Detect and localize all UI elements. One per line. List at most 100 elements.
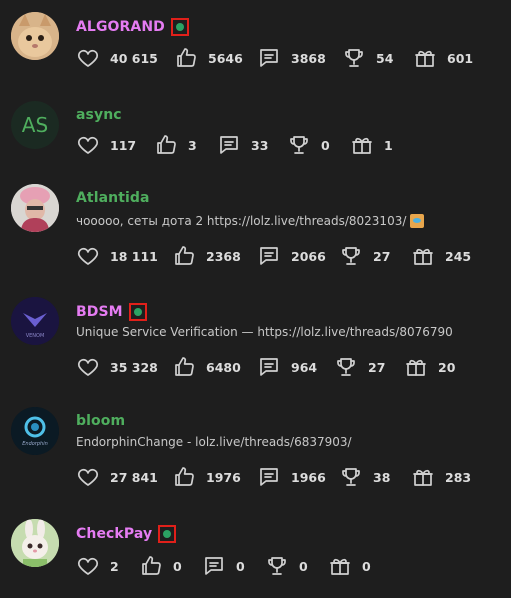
messages-stat: 1966 [257,464,326,490]
gifts-stat: 245 [411,243,471,269]
messages-stat: 33 [217,132,268,158]
likes-stat: 117 [76,132,136,158]
gifts-stat: 601 [413,45,473,71]
gifts-count: 601 [447,50,474,66]
trophy-icon [342,468,360,486]
messages-count: 0 [236,558,245,574]
trophies-stat: 54 [342,45,393,71]
likes-stat: 27 841 [76,464,158,490]
gift-icon [415,50,435,67]
trophies-stat: 27 [339,243,390,269]
likes-stat: 18 111 [76,243,158,269]
gifts-stat: 20 [404,354,455,380]
messages-count: 3868 [291,50,326,66]
thumbs-count: 5646 [208,50,243,66]
gift-icon [413,469,433,486]
trophies-count: 54 [376,50,394,66]
username[interactable]: ALGORAND [76,18,189,36]
thumbs-stat: 3 [154,132,197,158]
messages-count: 1966 [291,469,326,485]
messages-stat: 3868 [257,45,326,71]
thumbs-count: 2368 [206,248,241,264]
messages-stat: 964 [257,354,317,380]
trophy-icon [337,358,355,376]
trophy-icon [342,247,360,265]
trophies-stat: 27 [334,354,385,380]
gifts-count: 0 [362,558,371,574]
status-text: Unique Service Verification — https://lo… [76,325,453,339]
gifts-stat: 0 [328,553,371,579]
username[interactable]: BDSM [76,303,147,321]
message-icon [260,247,278,265]
user-row-bloom[interactable]: Endorphin bloom EndorphinChange - lolz.l… [0,407,511,497]
thumbs-up-icon [175,246,194,265]
trophy-icon [290,136,308,154]
thumbs-count: 0 [173,558,182,574]
likes-count: 18 111 [110,248,158,264]
gift-icon [330,558,350,575]
username-text[interactable]: BDSM [76,304,123,320]
thumbs-stat: 6480 [172,354,241,380]
messages-count: 33 [251,137,269,153]
username[interactable]: async [76,107,122,123]
thumbs-stat: 5646 [174,45,243,71]
thumbs-stat: 1976 [172,464,241,490]
message-icon [260,468,278,486]
thumbs-up-icon [157,135,176,154]
username-text[interactable]: Atlantida [76,190,150,206]
username[interactable]: CheckPay [76,525,177,543]
messages-stat: 0 [202,553,245,579]
trophies-stat: 0 [265,553,308,579]
message-icon [260,358,278,376]
thumbs-count: 1976 [206,469,241,485]
messages-count: 964 [291,359,318,375]
gifts-stat: 283 [411,464,471,490]
avatar[interactable] [11,184,59,232]
gifts-count: 245 [445,248,472,264]
likes-count: 117 [110,137,137,153]
emoji-icon [410,214,425,228]
username-text[interactable]: ALGORAND [76,19,165,35]
message-icon [205,557,223,575]
likes-stat: 2 [76,553,119,579]
trophies-count: 38 [373,469,391,485]
thumbs-up-icon [142,556,161,575]
avatar[interactable] [11,12,59,60]
thumbs-up-icon [175,467,194,486]
username-text[interactable]: bloom [76,413,125,429]
thumbs-up-icon [177,48,196,67]
trophies-count: 0 [321,137,330,153]
username-text[interactable]: CheckPay [76,526,152,542]
online-indicator-icon [170,18,189,36]
avatar[interactable]: VENOM [11,297,59,345]
likes-count: 35 328 [110,359,158,375]
username[interactable]: Atlantida [76,190,150,206]
online-indicator-icon [158,525,177,543]
user-status-message: Unique Service Verification — https://lo… [76,325,453,339]
message-icon [220,136,238,154]
svg-text:VENOM: VENOM [26,333,45,339]
username[interactable]: bloom [76,413,125,429]
thumbs-stat: 0 [139,553,182,579]
likes-stat: 40 615 [76,45,158,71]
gifts-stat: 1 [350,132,393,158]
gift-icon [406,359,426,376]
heart-icon [77,557,99,575]
gift-icon [352,137,372,154]
gift-icon [413,248,433,265]
avatar[interactable]: Endorphin [11,407,59,455]
likes-stat: 35 328 [76,354,158,380]
user-row-atlantida[interactable]: Atlantida чооооо, сеты дота 2 https://lo… [0,184,511,274]
user-row-algorand[interactable]: ALGORAND 40 615 5646 3868 54 601 [0,12,511,92]
trophies-stat: 38 [339,464,390,490]
heart-icon [77,49,99,67]
user-row-bdsm[interactable]: VENOM BDSM Unique Service Verification —… [0,297,511,387]
avatar[interactable] [11,519,59,567]
username-text[interactable]: async [76,107,122,123]
user-row-async[interactable]: AS async 117 3 33 0 1 [0,101,511,181]
user-row-checkpay[interactable]: CheckPay 2 0 0 0 0 [0,519,511,597]
heart-icon [77,358,99,376]
gifts-count: 283 [445,469,472,485]
avatar[interactable]: AS [11,101,59,149]
status-text: EndorphinChange - lolz.live/threads/6837… [76,435,352,449]
